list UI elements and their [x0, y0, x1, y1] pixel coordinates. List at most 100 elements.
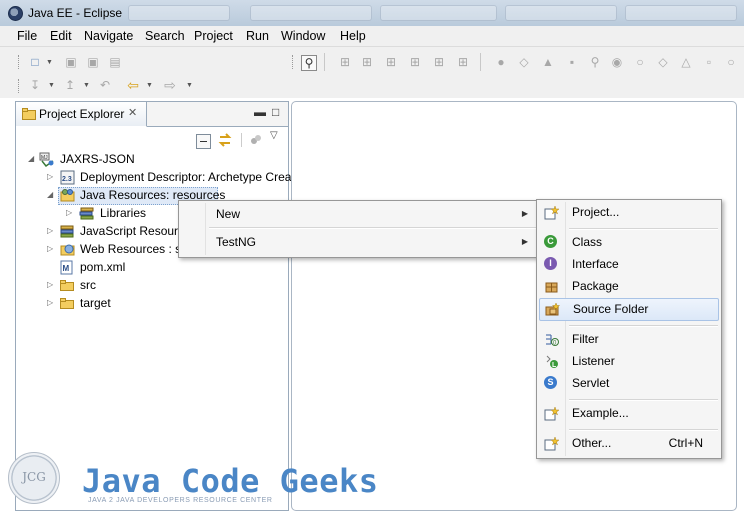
folder-icon [60, 296, 75, 310]
new-dropdown-icon[interactable]: ▼ [46, 59, 53, 66]
new-wizard-icon[interactable]: □ [28, 55, 42, 69]
palette-square-icon[interactable]: ▪ [565, 55, 579, 69]
palette-triangle-2-icon[interactable]: △ [679, 55, 693, 69]
print-icon[interactable]: ▤ [108, 55, 122, 69]
palette-ring-2-icon[interactable]: ○ [724, 55, 738, 69]
tree-item-jaxrs-json[interactable]: ◢ MJ JAXRS-JSON [16, 151, 276, 169]
palette-circle-icon[interactable]: ● [494, 55, 508, 69]
palette-diamond-2-icon[interactable]: ◇ [656, 55, 670, 69]
collapse-all-icon[interactable] [196, 134, 211, 149]
layout-icon-5[interactable]: ⊞ [432, 55, 446, 69]
forward-icon[interactable]: ⇨ [163, 77, 177, 93]
menu-project[interactable]: Project [194, 29, 233, 43]
palette-triangle-icon[interactable]: ▲ [541, 55, 555, 69]
submenu-listener[interactable]: L Listener [539, 351, 717, 372]
layout-icon-2[interactable]: ⊞ [360, 55, 374, 69]
menu-file[interactable]: File [17, 29, 37, 43]
class-icon: C [544, 235, 559, 250]
toolbar-separator [324, 53, 325, 71]
prev-annotation-dropdown-icon[interactable]: ▼ [83, 82, 90, 89]
forward-dropdown-icon[interactable]: ▼ [186, 82, 193, 89]
menu-edit[interactable]: Edit [50, 29, 72, 43]
tree-item-pom-xml[interactable]: M pom.xml [16, 259, 181, 277]
menu-item-accelerator: Ctrl+N [668, 436, 703, 450]
submenu-project[interactable]: Project... [539, 202, 717, 223]
taskbar-ghost-1 [128, 5, 230, 21]
other-icon [544, 436, 560, 451]
next-annotation-dropdown-icon[interactable]: ▼ [48, 82, 55, 89]
save-all-icon[interactable]: ▣ [86, 55, 100, 69]
submenu-interface[interactable]: I Interface [539, 254, 717, 275]
menu-item-label: Servlet [572, 376, 610, 390]
submenu-servlet[interactable]: S Servlet [539, 373, 717, 394]
palette-square-2-icon[interactable]: ▫ [702, 55, 716, 69]
project-explorer-icon [22, 108, 36, 123]
menu-window[interactable]: Window [281, 29, 325, 43]
submenu-source-folder[interactable]: Source Folder [539, 298, 719, 321]
last-edit-icon[interactable]: ↶ [98, 78, 112, 92]
back-icon[interactable]: ⇦ [126, 77, 140, 93]
palette-link-icon[interactable]: ⚲ [588, 55, 602, 69]
layout-icon-1[interactable]: ⊞ [338, 55, 352, 69]
menu-help[interactable]: Help [340, 29, 366, 43]
collapsed-twisty-icon[interactable]: ▷ [47, 280, 53, 289]
menu-item-label: Example... [572, 406, 629, 420]
interface-icon: I [544, 257, 559, 272]
expanded-twisty-icon[interactable]: ◢ [28, 154, 34, 163]
menu-item-label: Package [572, 279, 619, 293]
toolbar-grip-3 [292, 55, 296, 69]
menu-item-label: Filter [572, 332, 599, 346]
palette-diamond-icon[interactable]: ◇ [517, 55, 531, 69]
tree-item-label: Libraries [100, 206, 147, 220]
view-menu-icon[interactable]: ▽ [270, 130, 278, 141]
link-with-editor-icon[interactable] [217, 132, 233, 148]
svg-text:MJ: MJ [41, 155, 48, 161]
submenu-class[interactable]: C Class [539, 232, 717, 253]
collapsed-twisty-icon[interactable]: ▷ [47, 226, 53, 235]
watermark-title: Java Code Geeks [82, 462, 379, 500]
next-annotation-icon[interactable]: ↧ [28, 78, 42, 92]
collapsed-twisty-icon[interactable]: ▷ [66, 208, 72, 217]
submenu-arrow-icon: ▶ [521, 237, 528, 246]
context-menu-testng[interactable]: TestNG ▶ [181, 231, 536, 253]
context-menu-new[interactable]: New ▶ [181, 203, 536, 225]
submenu-package[interactable]: Package [539, 276, 717, 297]
palette-node-icon[interactable]: ◉ [610, 55, 624, 69]
tab-project-explorer[interactable]: Project Explorer ✕ [16, 102, 147, 127]
minimize-view-icon[interactable]: ▬ [254, 105, 266, 119]
tree-item-src[interactable]: ▷ src [16, 277, 181, 295]
menu-separator [569, 228, 718, 230]
submenu-other[interactable]: Other... Ctrl+N [539, 433, 717, 454]
tree-item-javascript-resources[interactable]: ▷ JavaScript Resourc [16, 223, 184, 241]
close-view-icon[interactable]: ✕ [128, 106, 137, 119]
submenu-filter[interactable]: 0 Filter [539, 329, 717, 350]
collapsed-twisty-icon[interactable]: ▷ [47, 172, 53, 181]
taskbar-ghost-2 [250, 5, 372, 21]
layout-icon-6[interactable]: ⊞ [456, 55, 470, 69]
tree-item-label: pom.xml [80, 260, 126, 274]
expanded-twisty-icon[interactable]: ◢ [47, 190, 53, 199]
palette-ring-icon[interactable]: ○ [633, 55, 647, 69]
submenu-example[interactable]: Example... [539, 403, 717, 424]
example-icon [544, 406, 560, 421]
collapsed-twisty-icon[interactable]: ▷ [47, 298, 53, 307]
web-project-icon: MJ [39, 152, 54, 168]
menu-search[interactable]: Search [145, 29, 185, 43]
layout-icon-4[interactable]: ⊞ [408, 55, 422, 69]
watermark-seal-text: JCG [22, 470, 46, 484]
tree-item-deployment-descriptor[interactable]: ▷ 2.3 Deployment Descriptor: Archetype C… [16, 169, 291, 187]
save-icon[interactable]: ▣ [64, 55, 78, 69]
menu-navigate[interactable]: Navigate [84, 29, 133, 43]
toolbar-grip [18, 55, 22, 69]
tree-item-libraries[interactable]: ▷ Libraries [16, 205, 181, 223]
search-icon[interactable]: ⚲ [301, 55, 317, 71]
menu-run[interactable]: Run [246, 29, 269, 43]
layout-icon-3[interactable]: ⊞ [384, 55, 398, 69]
focus-on-workset-icon[interactable] [249, 133, 263, 147]
tree-item-web-resources[interactable]: ▷ Web Resources : sr [16, 241, 185, 259]
maximize-view-icon[interactable]: □ [272, 105, 279, 119]
tree-item-target[interactable]: ▷ target [16, 295, 181, 313]
collapsed-twisty-icon[interactable]: ▷ [47, 244, 53, 253]
back-dropdown-icon[interactable]: ▼ [146, 82, 153, 89]
prev-annotation-icon[interactable]: ↥ [63, 78, 77, 92]
